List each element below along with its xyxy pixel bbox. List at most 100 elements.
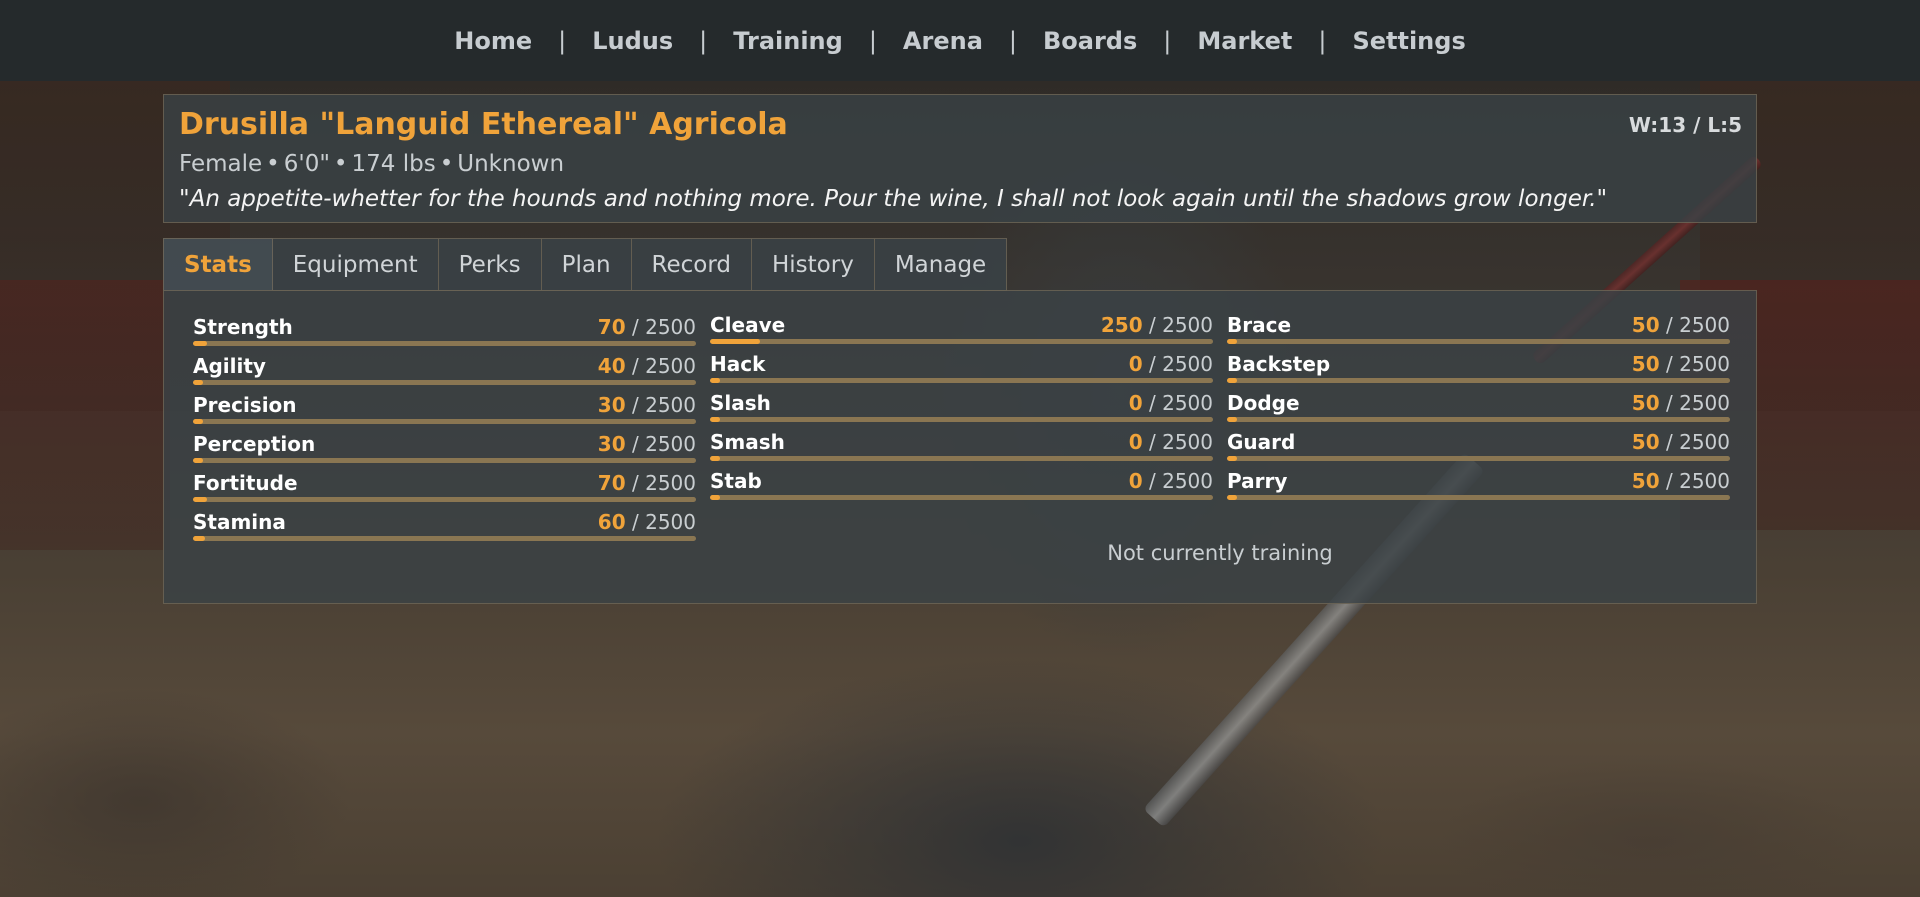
stat-row-backstep: Backstep 50 / 2500 xyxy=(1227,352,1730,391)
stat-max-value: 2500 xyxy=(645,432,696,456)
tab-record[interactable]: Record xyxy=(631,238,752,291)
stat-value: 0 / 2500 xyxy=(1129,352,1213,376)
stat-divider: / xyxy=(1148,469,1156,493)
stat-value: 250 / 2500 xyxy=(1101,313,1213,337)
stat-row-dodge: Dodge 50 / 2500 xyxy=(1227,391,1730,430)
tab-history[interactable]: History xyxy=(752,238,875,291)
top-navigation: Home | Ludus | Training | Arena | Boards… xyxy=(0,0,1920,81)
stat-row-brace: Brace 50 / 2500 xyxy=(1227,313,1730,352)
stat-row-smash: Smash 0 / 2500 xyxy=(710,430,1213,469)
defense-skills-column: Brace 50 / 2500 Backstep 50 / 2500 Dodge 50 /… xyxy=(1227,313,1730,508)
stat-progress-bar xyxy=(193,341,696,346)
stat-value: 0 / 2500 xyxy=(1129,391,1213,415)
gladiator-details: Female • 6'0" • 174 lbs • Unknown xyxy=(179,151,564,177)
stat-name: Backstep xyxy=(1227,352,1331,376)
stat-progress-fill xyxy=(710,417,721,422)
nav-boards[interactable]: Boards xyxy=(1017,27,1163,55)
stat-progress-bar xyxy=(1227,495,1730,500)
stat-progress-bar xyxy=(710,339,1213,344)
tab-perks[interactable]: Perks xyxy=(438,238,542,291)
tab-plan[interactable]: Plan xyxy=(541,238,632,291)
win-loss-record: W:13 / L:5 xyxy=(1628,113,1742,137)
stat-value: 50 / 2500 xyxy=(1632,313,1730,337)
stat-current-value: 40 xyxy=(597,354,626,378)
stat-divider: / xyxy=(631,432,639,456)
stat-divider: / xyxy=(1665,313,1673,337)
stat-progress-bar xyxy=(1227,378,1730,383)
stat-current-value: 0 xyxy=(1128,430,1143,454)
stat-divider: / xyxy=(631,354,639,378)
stat-current-value: 0 xyxy=(1128,352,1143,376)
stat-progress-fill xyxy=(1227,495,1238,500)
stat-progress-fill xyxy=(710,339,761,344)
stat-divider: / xyxy=(1148,313,1156,337)
stat-divider: / xyxy=(1665,352,1673,376)
stat-current-value: 50 xyxy=(1631,313,1660,337)
stat-row-perception: Perception 30 / 2500 xyxy=(193,432,696,471)
nav-separator: | xyxy=(1318,26,1327,55)
stat-current-value: 0 xyxy=(1128,391,1143,415)
nav-training[interactable]: Training xyxy=(707,27,869,55)
stat-progress-fill xyxy=(710,378,721,383)
stat-name: Agility xyxy=(193,354,266,378)
stat-name: Brace xyxy=(1227,313,1292,337)
tab-stats[interactable]: Stats xyxy=(163,238,273,291)
nav-arena[interactable]: Arena xyxy=(877,27,1009,55)
stat-progress-bar xyxy=(710,495,1213,500)
stat-name: Hack xyxy=(710,352,766,376)
stat-current-value: 30 xyxy=(597,432,626,456)
stat-progress-bar xyxy=(710,417,1213,422)
stat-value: 40 / 2500 xyxy=(598,354,696,378)
nav-separator: | xyxy=(868,26,877,55)
nav-settings[interactable]: Settings xyxy=(1326,27,1491,55)
nav-ludus[interactable]: Ludus xyxy=(566,27,699,55)
stat-value: 70 / 2500 xyxy=(598,315,696,339)
stat-progress-fill xyxy=(1227,378,1238,383)
stat-row-agility: Agility 40 / 2500 xyxy=(193,354,696,393)
stat-progress-bar xyxy=(1227,456,1730,461)
arena-wall-left-decoration xyxy=(0,280,170,550)
tab-equipment[interactable]: Equipment xyxy=(272,238,439,291)
stat-current-value: 60 xyxy=(597,510,626,534)
stat-divider: / xyxy=(1665,430,1673,454)
stat-current-value: 0 xyxy=(1128,469,1143,493)
stat-current-value: 50 xyxy=(1631,391,1660,415)
meta-separator: • xyxy=(266,151,280,177)
stat-name: Precision xyxy=(193,393,297,417)
nav-home[interactable]: Home xyxy=(428,27,558,55)
stat-progress-fill xyxy=(193,341,208,346)
stat-name: Stab xyxy=(710,469,762,493)
nav-separator: | xyxy=(699,26,708,55)
stat-value: 50 / 2500 xyxy=(1632,430,1730,454)
stat-value: 50 / 2500 xyxy=(1632,352,1730,376)
stat-current-value: 50 xyxy=(1631,430,1660,454)
stat-progress-fill xyxy=(1227,456,1238,461)
tab-manage[interactable]: Manage xyxy=(874,238,1008,291)
gender-text: Female xyxy=(179,151,263,177)
stat-divider: / xyxy=(631,510,639,534)
stat-name: Slash xyxy=(710,391,771,415)
nav-separator: | xyxy=(558,26,567,55)
stat-value: 0 / 2500 xyxy=(1129,469,1213,493)
stats-panel: Strength 70 / 2500 Agility 40 / 2500 Precisi… xyxy=(163,290,1757,604)
origin-text: Unknown xyxy=(457,151,565,177)
stat-row-guard: Guard 50 / 2500 xyxy=(1227,430,1730,469)
stat-max-value: 2500 xyxy=(1679,430,1730,454)
stat-max-value: 2500 xyxy=(1679,352,1730,376)
stat-max-value: 2500 xyxy=(1162,313,1213,337)
stat-name: Dodge xyxy=(1227,391,1300,415)
stat-row-stab: Stab 0 / 2500 xyxy=(710,469,1213,508)
stat-name: Fortitude xyxy=(193,471,298,495)
stat-progress-fill xyxy=(193,536,206,541)
stat-value: 30 / 2500 xyxy=(598,393,696,417)
stat-value: 60 / 2500 xyxy=(598,510,696,534)
stat-progress-fill xyxy=(710,495,721,500)
stat-value: 50 / 2500 xyxy=(1632,469,1730,493)
stat-max-value: 2500 xyxy=(1162,469,1213,493)
stat-row-cleave: Cleave 250 / 2500 xyxy=(710,313,1213,352)
meta-separator: • xyxy=(333,151,348,177)
gladiator-quote: "An appetite-whetter for the hounds and … xyxy=(179,186,1608,212)
stat-max-value: 2500 xyxy=(645,315,696,339)
nav-market[interactable]: Market xyxy=(1171,27,1318,55)
stat-divider: / xyxy=(1148,430,1156,454)
